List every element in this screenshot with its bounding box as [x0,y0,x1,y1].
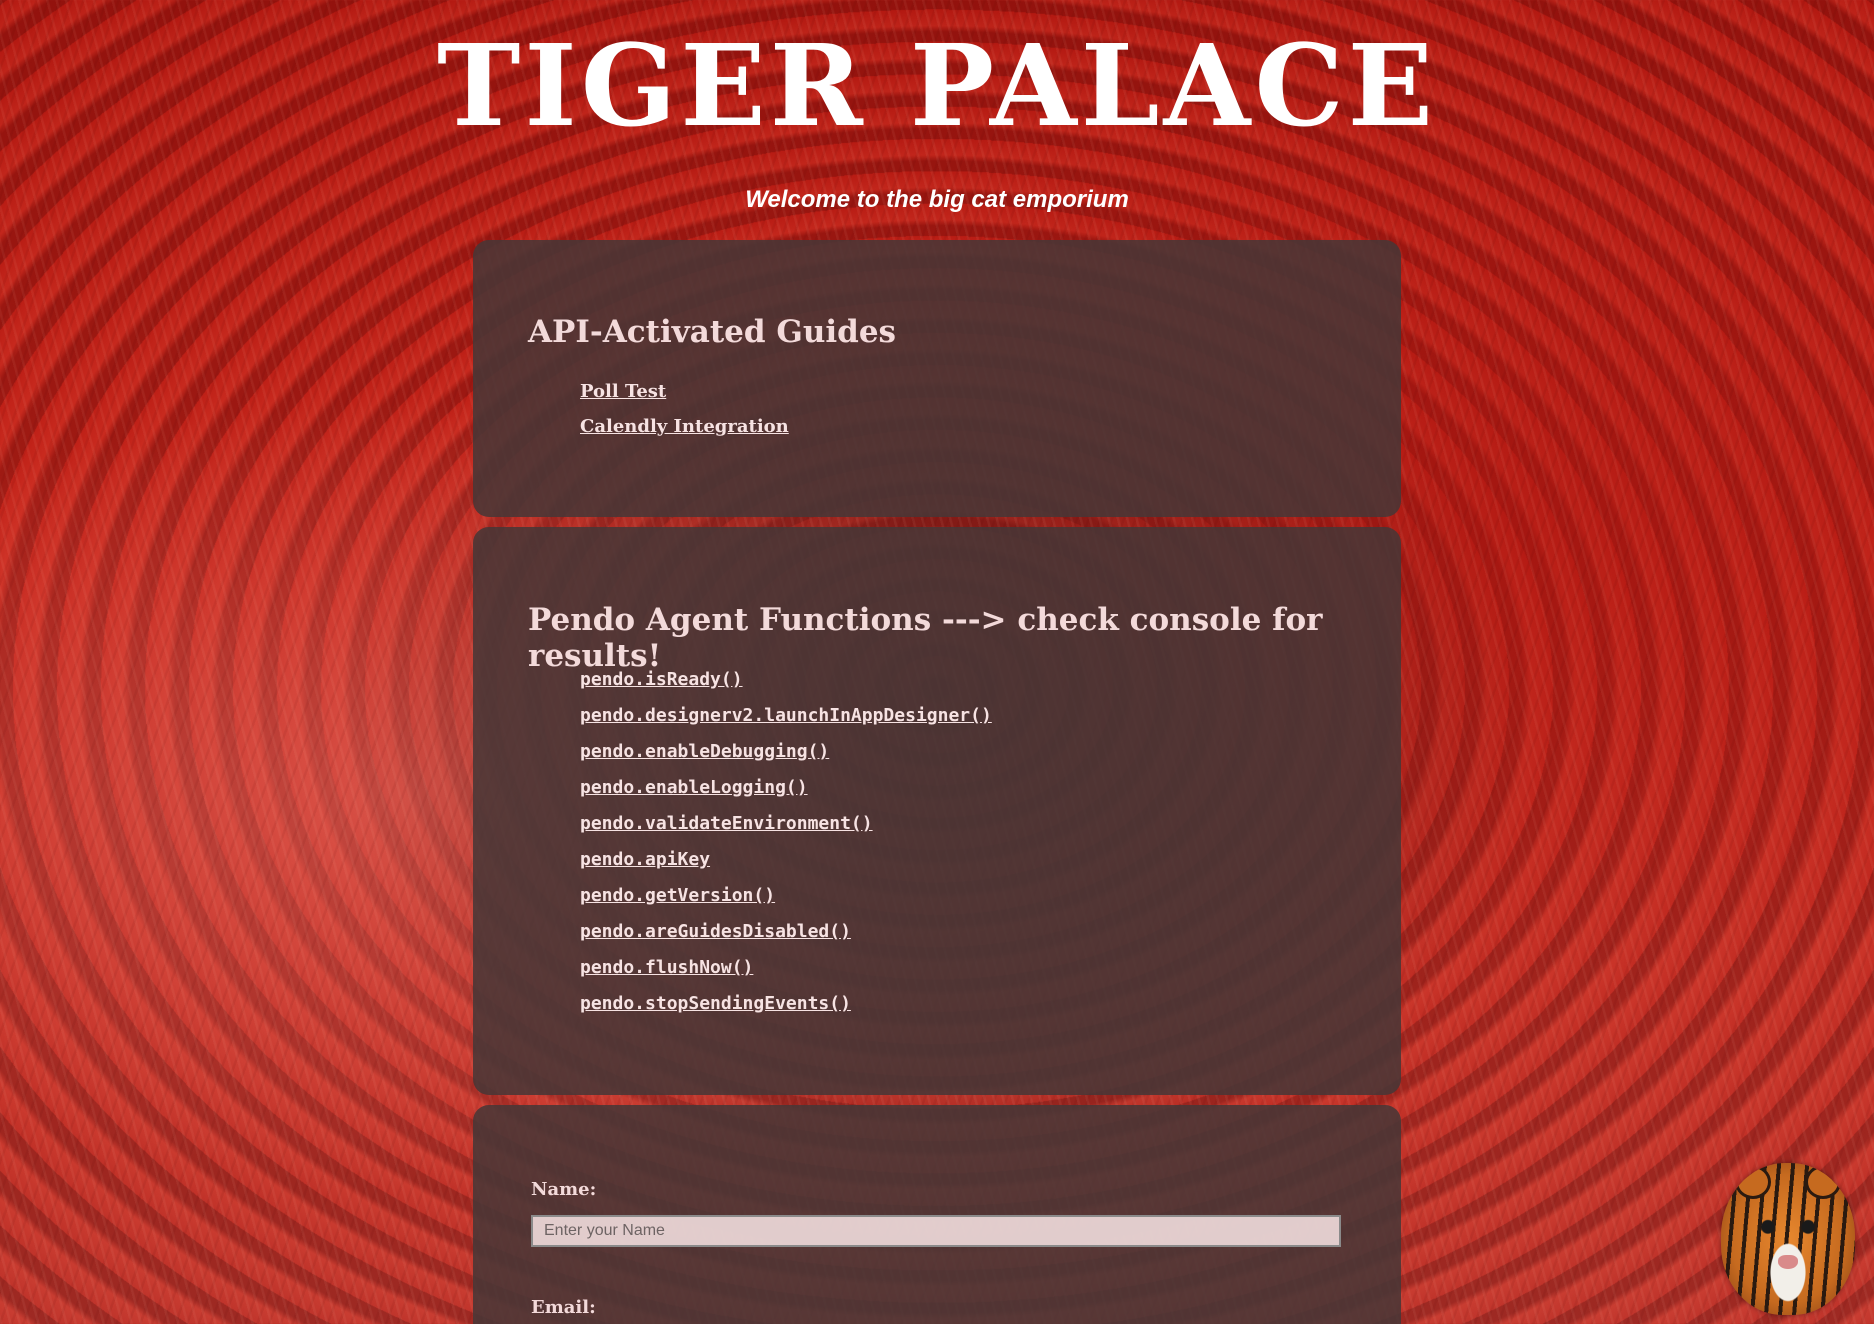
name-input[interactable] [531,1215,1341,1247]
guides-heading: API-Activated Guides [528,314,897,350]
email-label: Email: [531,1297,596,1318]
page-tagline: Welcome to the big cat emporium [745,186,1129,213]
tiger-avatar-image [1721,1163,1855,1315]
tiger-nose [1778,1255,1798,1269]
name-label: Name: [531,1179,597,1200]
enable-logging-link[interactable]: pendo.enableLogging() [580,770,992,806]
guides-panel: API-Activated Guides Poll Test Calendly … [473,240,1401,517]
page-title: TIGER PALACE [437,21,1437,152]
is-ready-link[interactable]: pendo.isReady() [580,662,992,698]
get-version-link[interactable]: pendo.getVersion() [580,878,992,914]
calendly-integration-link[interactable]: Calendly Integration [580,409,789,444]
contact-form-panel: Name: Email: [473,1105,1401,1324]
flush-now-link[interactable]: pendo.flushNow() [580,950,992,986]
poll-test-link[interactable]: Poll Test [580,374,789,409]
are-guides-disabled-link[interactable]: pendo.areGuidesDisabled() [580,914,992,950]
tiger-ear-right [1805,1165,1841,1199]
guides-link-list: Poll Test Calendly Integration [580,374,789,444]
api-key-link[interactable]: pendo.apiKey [580,842,992,878]
stop-sending-events-link[interactable]: pendo.stopSendingEvents() [580,986,992,1022]
agent-functions-link-list: pendo.isReady() pendo.designerv2.launchI… [580,662,992,1022]
agent-functions-panel: Pendo Agent Functions ---> check console… [473,527,1401,1095]
enable-debugging-link[interactable]: pendo.enableDebugging() [580,734,992,770]
tiger-ear-left [1735,1165,1771,1199]
launch-designer-link[interactable]: pendo.designerv2.launchInAppDesigner() [580,698,992,734]
validate-environment-link[interactable]: pendo.validateEnvironment() [580,806,992,842]
